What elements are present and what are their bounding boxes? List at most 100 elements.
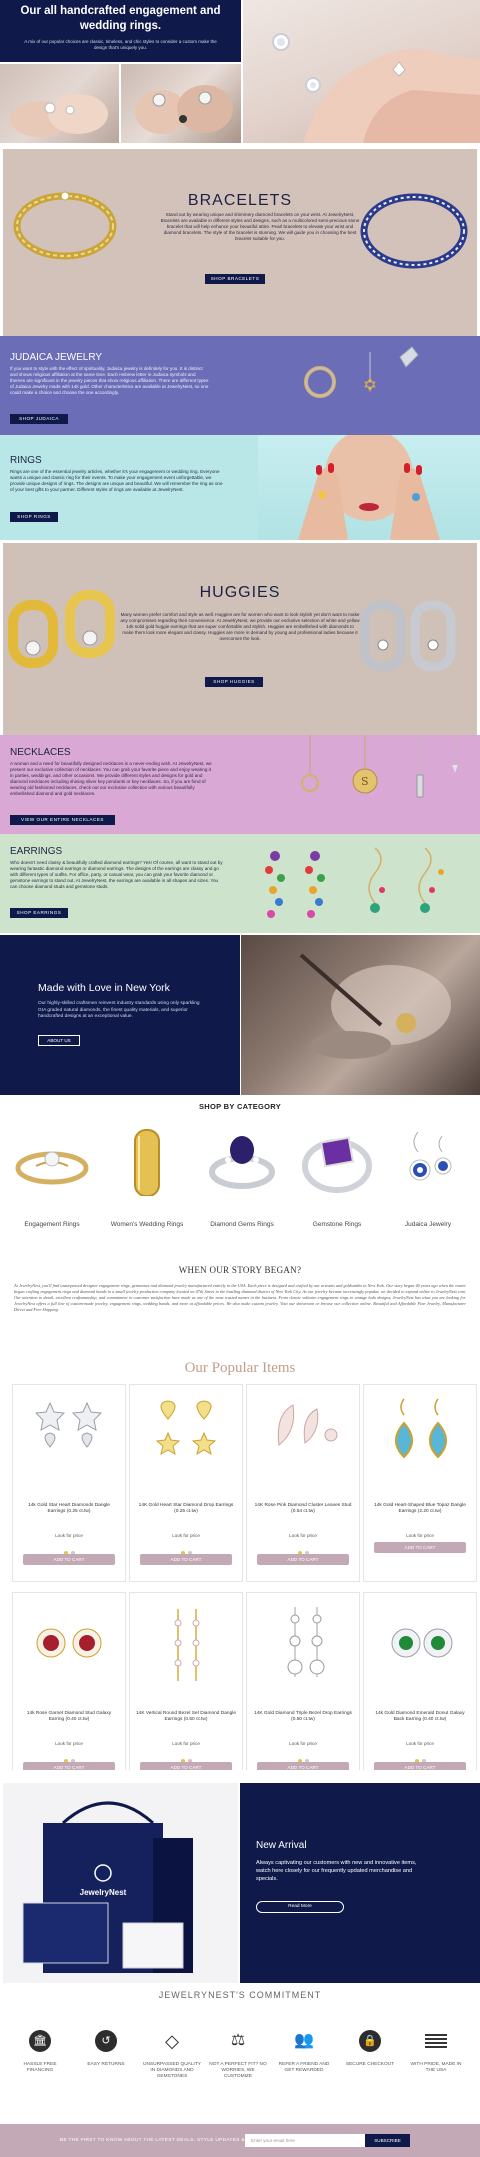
return-icon: ↺ — [95, 2030, 117, 2052]
shop-rings-button[interactable]: SHOP RINGS — [10, 512, 58, 522]
huggies-title: HUGGIES — [199, 584, 281, 601]
add-to-cart-button[interactable]: ADD TO CART — [23, 1762, 115, 1770]
judaica-section: JUDAICA JEWELRY If you want to style wit… — [0, 336, 480, 435]
category-womens-wedding-rings[interactable]: Women's Wedding Rings — [99, 1126, 195, 1228]
new-arrival-panel: New Arrival Always captivating our custo… — [240, 1783, 480, 1983]
hero-hands-photo-2[interactable] — [121, 64, 241, 143]
necklaces-description: A woman and a need for beautifully desig… — [10, 761, 212, 796]
hands-rings-image — [135, 85, 233, 134]
commitment-quality: ◇ UNSURPASSED QUALITY IN DIAMONDS AND GE… — [142, 2030, 202, 2080]
product-card[interactable]: 14K Rose Pink Diamond Cluster Leaves Stu… — [246, 1384, 360, 1582]
popular-title: Our Popular Items — [184, 1360, 296, 1376]
about-us-button[interactable]: ABOUT US — [38, 1035, 80, 1046]
rings-title: RINGS — [10, 455, 42, 466]
commitment-label: NOT A PERFECT FIT? NO WORRIES, WE CUSTOM… — [209, 2062, 267, 2079]
product-card[interactable]: 14K Gold Heart Star Diamond Drop Earring… — [129, 1384, 243, 1582]
commitment-label: SECURE CHECKOUT — [345, 2062, 395, 2067]
category-diamond-gems-rings[interactable]: Diamond Gems Rings — [194, 1126, 290, 1228]
product-card[interactable]: 14k Rose Garnet Diamond Stud Galaxy Earr… — [12, 1592, 126, 1770]
bag-brand-logo: JewelryNest — [79, 1888, 127, 1897]
popular-items-section: Our Popular Items 14k Gold Star Heart Di… — [0, 1360, 480, 1770]
product-name[interactable]: 14K Vertical Round Bezel Set Diamond Dan… — [136, 1711, 236, 1724]
category-label: Women's Wedding Rings — [110, 1221, 184, 1228]
shop-earrings-button[interactable]: SHOP EARRINGS — [10, 908, 68, 918]
add-to-cart-button[interactable]: ADD TO CART — [140, 1554, 232, 1565]
add-to-cart-button[interactable]: ADD TO CART — [257, 1762, 349, 1770]
product-price: Look for price — [55, 1533, 83, 1538]
add-to-cart-button[interactable]: ADD TO CART — [374, 1762, 466, 1770]
product-name[interactable]: 14k Gold Star Heart Diamonds Dangle Earr… — [19, 1503, 119, 1516]
garnet-stud-earrings-image — [36, 1628, 102, 1658]
product-name[interactable]: 14k Rose Garnet Diamond Stud Galaxy Earr… — [19, 1711, 119, 1724]
bracelets-description: Stand out by wearing unique and shimmery… — [160, 212, 360, 241]
add-to-cart-button[interactable]: ADD TO CART — [374, 1542, 466, 1553]
category-engagement-rings[interactable]: Engagement Rings — [4, 1126, 100, 1228]
product-price: Look for price — [172, 1741, 200, 1746]
judaica-jewelry-image — [304, 346, 419, 398]
sapphire-ring-image — [209, 1136, 275, 1189]
scale-icon: ⚖ — [230, 2032, 246, 2049]
product-card[interactable]: 14k Gold Star Heart Diamonds Dangle Earr… — [12, 1384, 126, 1582]
category-gemstone-rings[interactable]: Gemstone Rings — [289, 1126, 385, 1228]
commitment-financing: 🏛 HASSLE FREE FINANCING — [10, 2030, 70, 2074]
commitment-title: JEWELRYNEST'S COMMITMENT — [158, 1990, 322, 2000]
rings-description: Rings are one of the essential jewelry a… — [10, 469, 223, 492]
lock-icon: 🔒 — [359, 2030, 381, 2052]
add-to-cart-button[interactable]: ADD TO CART — [257, 1554, 349, 1565]
commitment-label: WITH PRIDE, MADE IN THE USA — [410, 2062, 462, 2073]
love-panel: Made with Love in New York Our highly-sk… — [0, 935, 240, 1095]
hero-banner: Our all handcrafted engagement and weddi… — [0, 0, 241, 62]
commitment-label: HASSLE FREE FINANCING — [23, 2062, 57, 2073]
engagement-ring-image — [15, 1151, 89, 1185]
earrings-title: EARRINGS — [10, 846, 63, 857]
necklace-pendants-image: S — [301, 735, 458, 798]
shop-judaica-button[interactable]: SHOP JUDAICA — [10, 414, 68, 424]
product-name[interactable]: 14K Gold Heart Star Diamond Drop Earring… — [136, 1503, 236, 1516]
commitment-customize: ⚖ NOT A PERFECT FIT? NO WORRIES, WE CUST… — [208, 2030, 268, 2080]
product-card[interactable]: 14K Gold Diamond Triple Bezel Drop Earri… — [246, 1592, 360, 1770]
newsletter-bar: BE THE FIRST TO KNOW ABOUT THE LATEST DE… — [0, 2124, 480, 2157]
category-judaica-jewelry[interactable]: Judaica Jewelry — [380, 1126, 476, 1228]
commitment-usa: WITH PRIDE, MADE IN THE USA — [406, 2030, 466, 2074]
product-name[interactable]: 14k Gold Heart-Shaped Blue Topaz Dangle … — [370, 1503, 470, 1516]
add-to-cart-button[interactable]: ADD TO CART — [23, 1554, 115, 1565]
new-arrival-description: Always captivating our customers with ne… — [256, 1860, 417, 1882]
read-more-button[interactable]: Read More — [256, 1901, 344, 1913]
star-heart-earrings-image — [34, 1401, 103, 1448]
hero-subtitle: A mix of our popular choices are classic… — [24, 39, 217, 50]
bracelets-section: BRACELETS Stand out by wearing unique an… — [0, 146, 480, 336]
hero-hand-ring-photo[interactable] — [243, 0, 480, 143]
wedding-band-image — [134, 1129, 160, 1197]
svg-text:S: S — [361, 775, 369, 788]
story-section: WHEN OUR STORY BEGAN? At JewelryNest, yo… — [0, 1265, 480, 1355]
product-price: Look for price — [172, 1533, 200, 1538]
product-card[interactable]: 14k Gold Diamond Emerald Donut Galaxy Ba… — [363, 1592, 477, 1770]
bank-icon: 🏛 — [29, 2030, 51, 2052]
rings-model-photo[interactable] — [258, 435, 480, 540]
hand-ring-image — [272, 33, 480, 143]
necklaces-section: NECKLACES A woman and a need for beautif… — [0, 735, 480, 834]
product-price: Look for price — [289, 1741, 317, 1746]
love-description: Our highly-skilled craftsmen reinvent in… — [38, 1001, 200, 1019]
subscribe-button[interactable]: SUBSCRIBE — [365, 2134, 410, 2147]
add-to-cart-button[interactable]: ADD TO CART — [140, 1762, 232, 1770]
flag-icon — [425, 2034, 447, 2048]
shop-huggies-button[interactable]: SHOP HUGGIES — [205, 677, 263, 687]
hero-hands-photo-1[interactable] — [0, 64, 119, 143]
view-necklaces-button[interactable]: VIEW OUR ENTIRE NECKLACES — [10, 815, 115, 825]
email-field[interactable]: Enter your email here — [245, 2134, 365, 2147]
new-arrival-title: New Arrival — [256, 1840, 307, 1851]
emerald-donut-earrings-image — [391, 1628, 453, 1658]
category-label: Gemstone Rings — [312, 1221, 362, 1228]
product-name[interactable]: 14k Gold Diamond Emerald Donut Galaxy Ba… — [370, 1711, 470, 1724]
judaica-description: If you want to style with the effect of … — [10, 366, 209, 395]
product-card[interactable]: 14k Gold Heart-Shaped Blue Topaz Dangle … — [363, 1384, 477, 1582]
shop-bracelets-button[interactable]: SHOP BRACELETS — [205, 274, 265, 284]
product-card[interactable]: 14K Vertical Round Bezel Set Diamond Dan… — [129, 1592, 243, 1770]
gift-bag-photo: JewelryNest — [3, 1783, 238, 1983]
product-name[interactable]: 14K Gold Diamond Triple Bezel Drop Earri… — [253, 1711, 353, 1724]
product-price: Look for price — [406, 1533, 434, 1538]
commitment-label: EASY RETURNS — [87, 2062, 125, 2067]
jewelry-bag-image — [22, 1801, 193, 1973]
product-name[interactable]: 14K Rose Pink Diamond Cluster Leaves Stu… — [253, 1503, 353, 1516]
